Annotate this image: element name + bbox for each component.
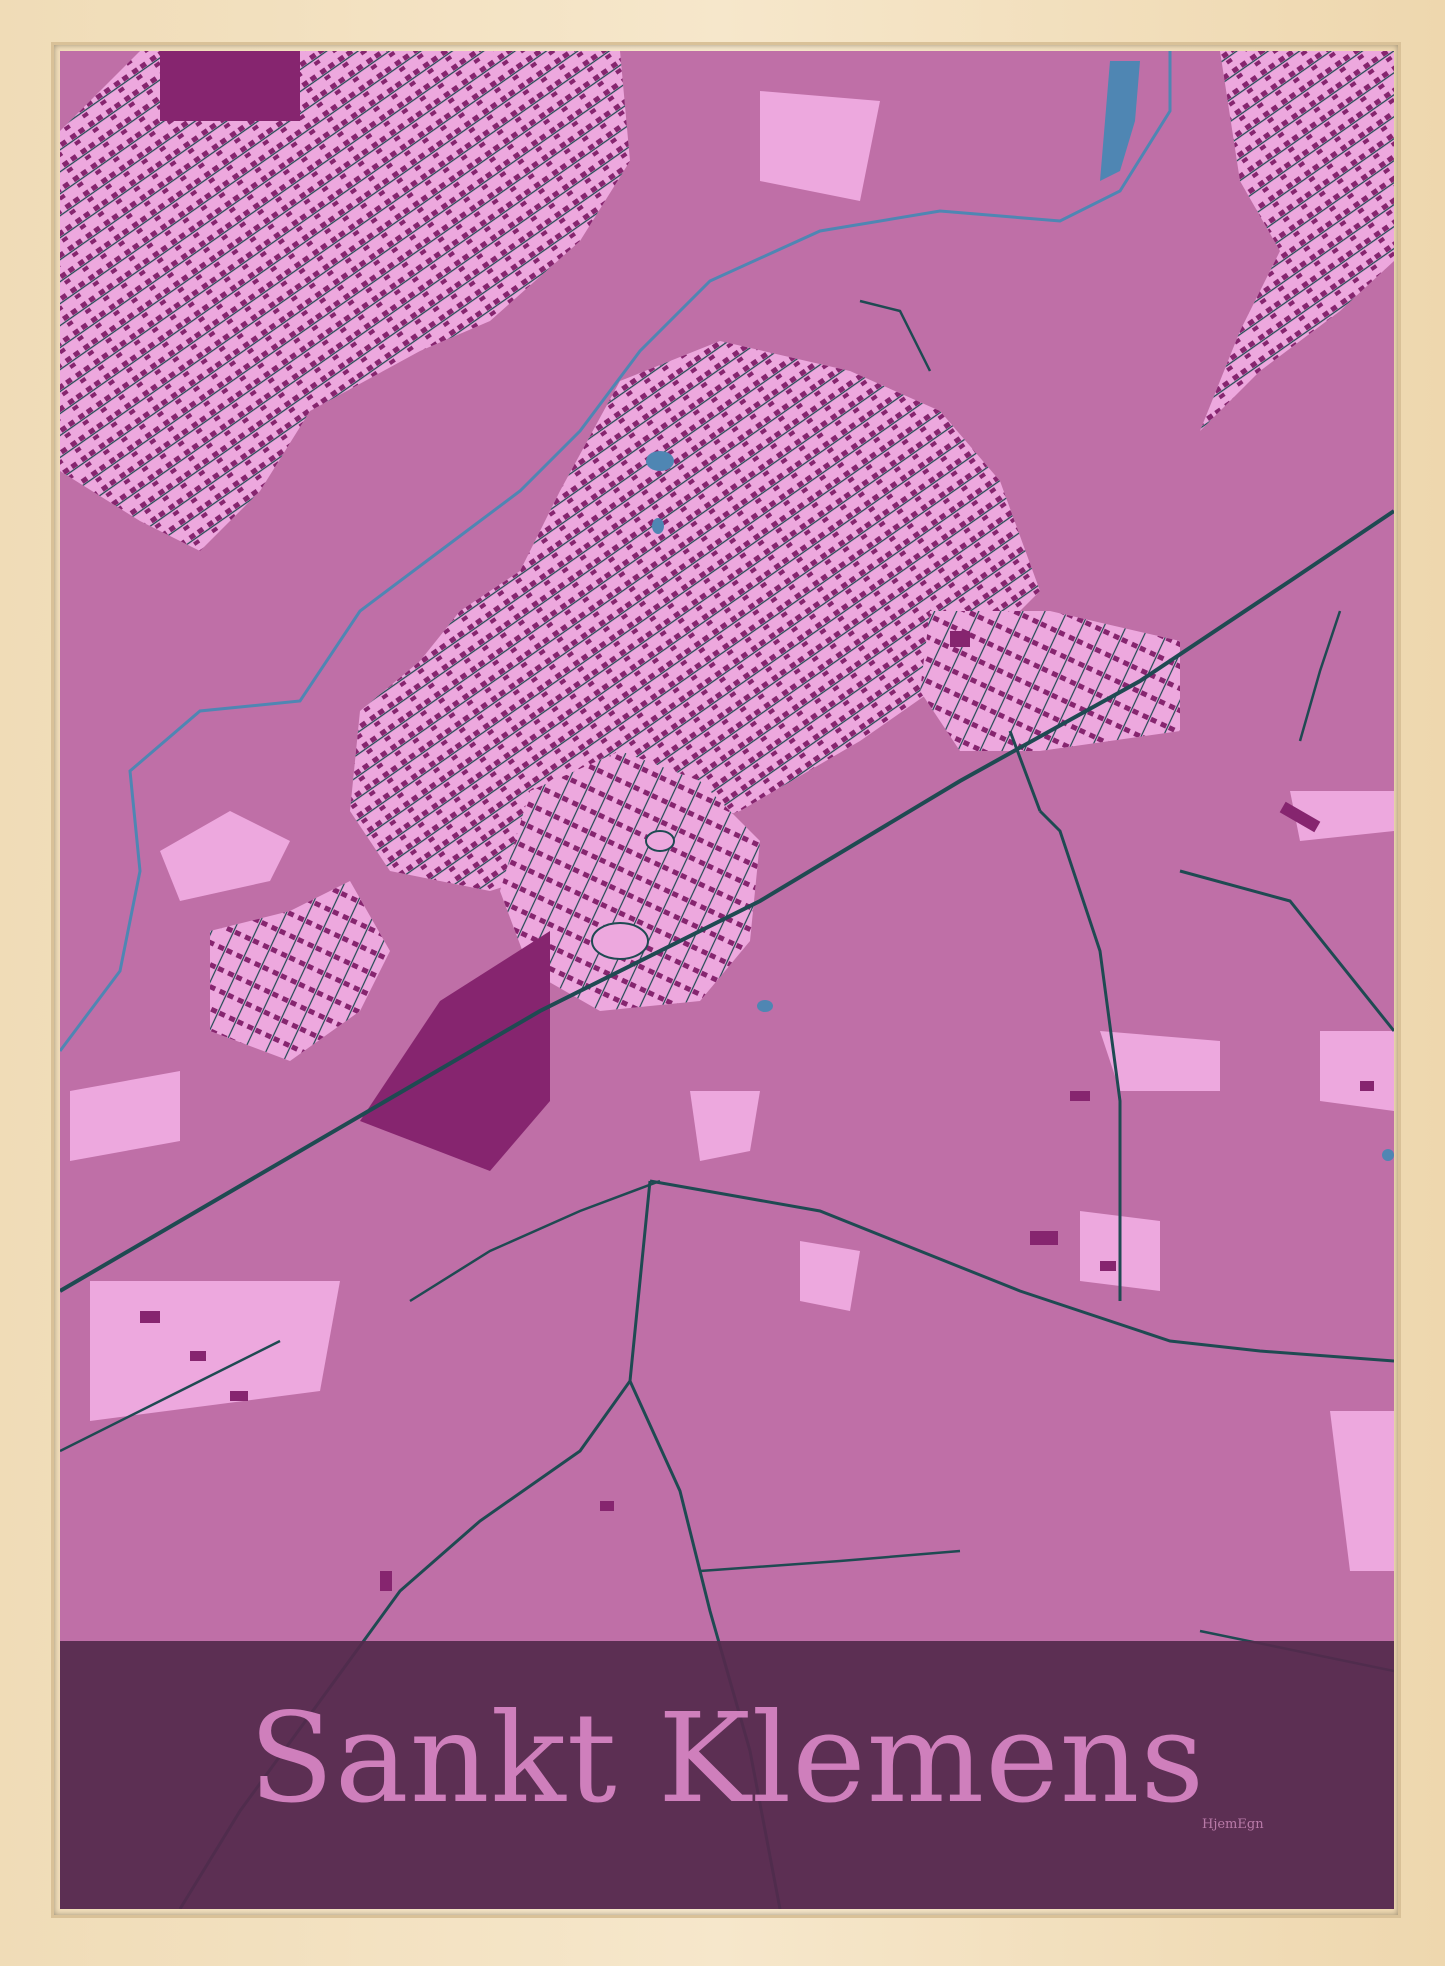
city-title: Sankt Klemens	[248, 1687, 1206, 1831]
map-poster: Sankt Klemens HjemEgn	[60, 51, 1394, 1909]
brand-logo: HjemEgn	[1202, 1817, 1264, 1832]
city-map	[60, 51, 1394, 1909]
